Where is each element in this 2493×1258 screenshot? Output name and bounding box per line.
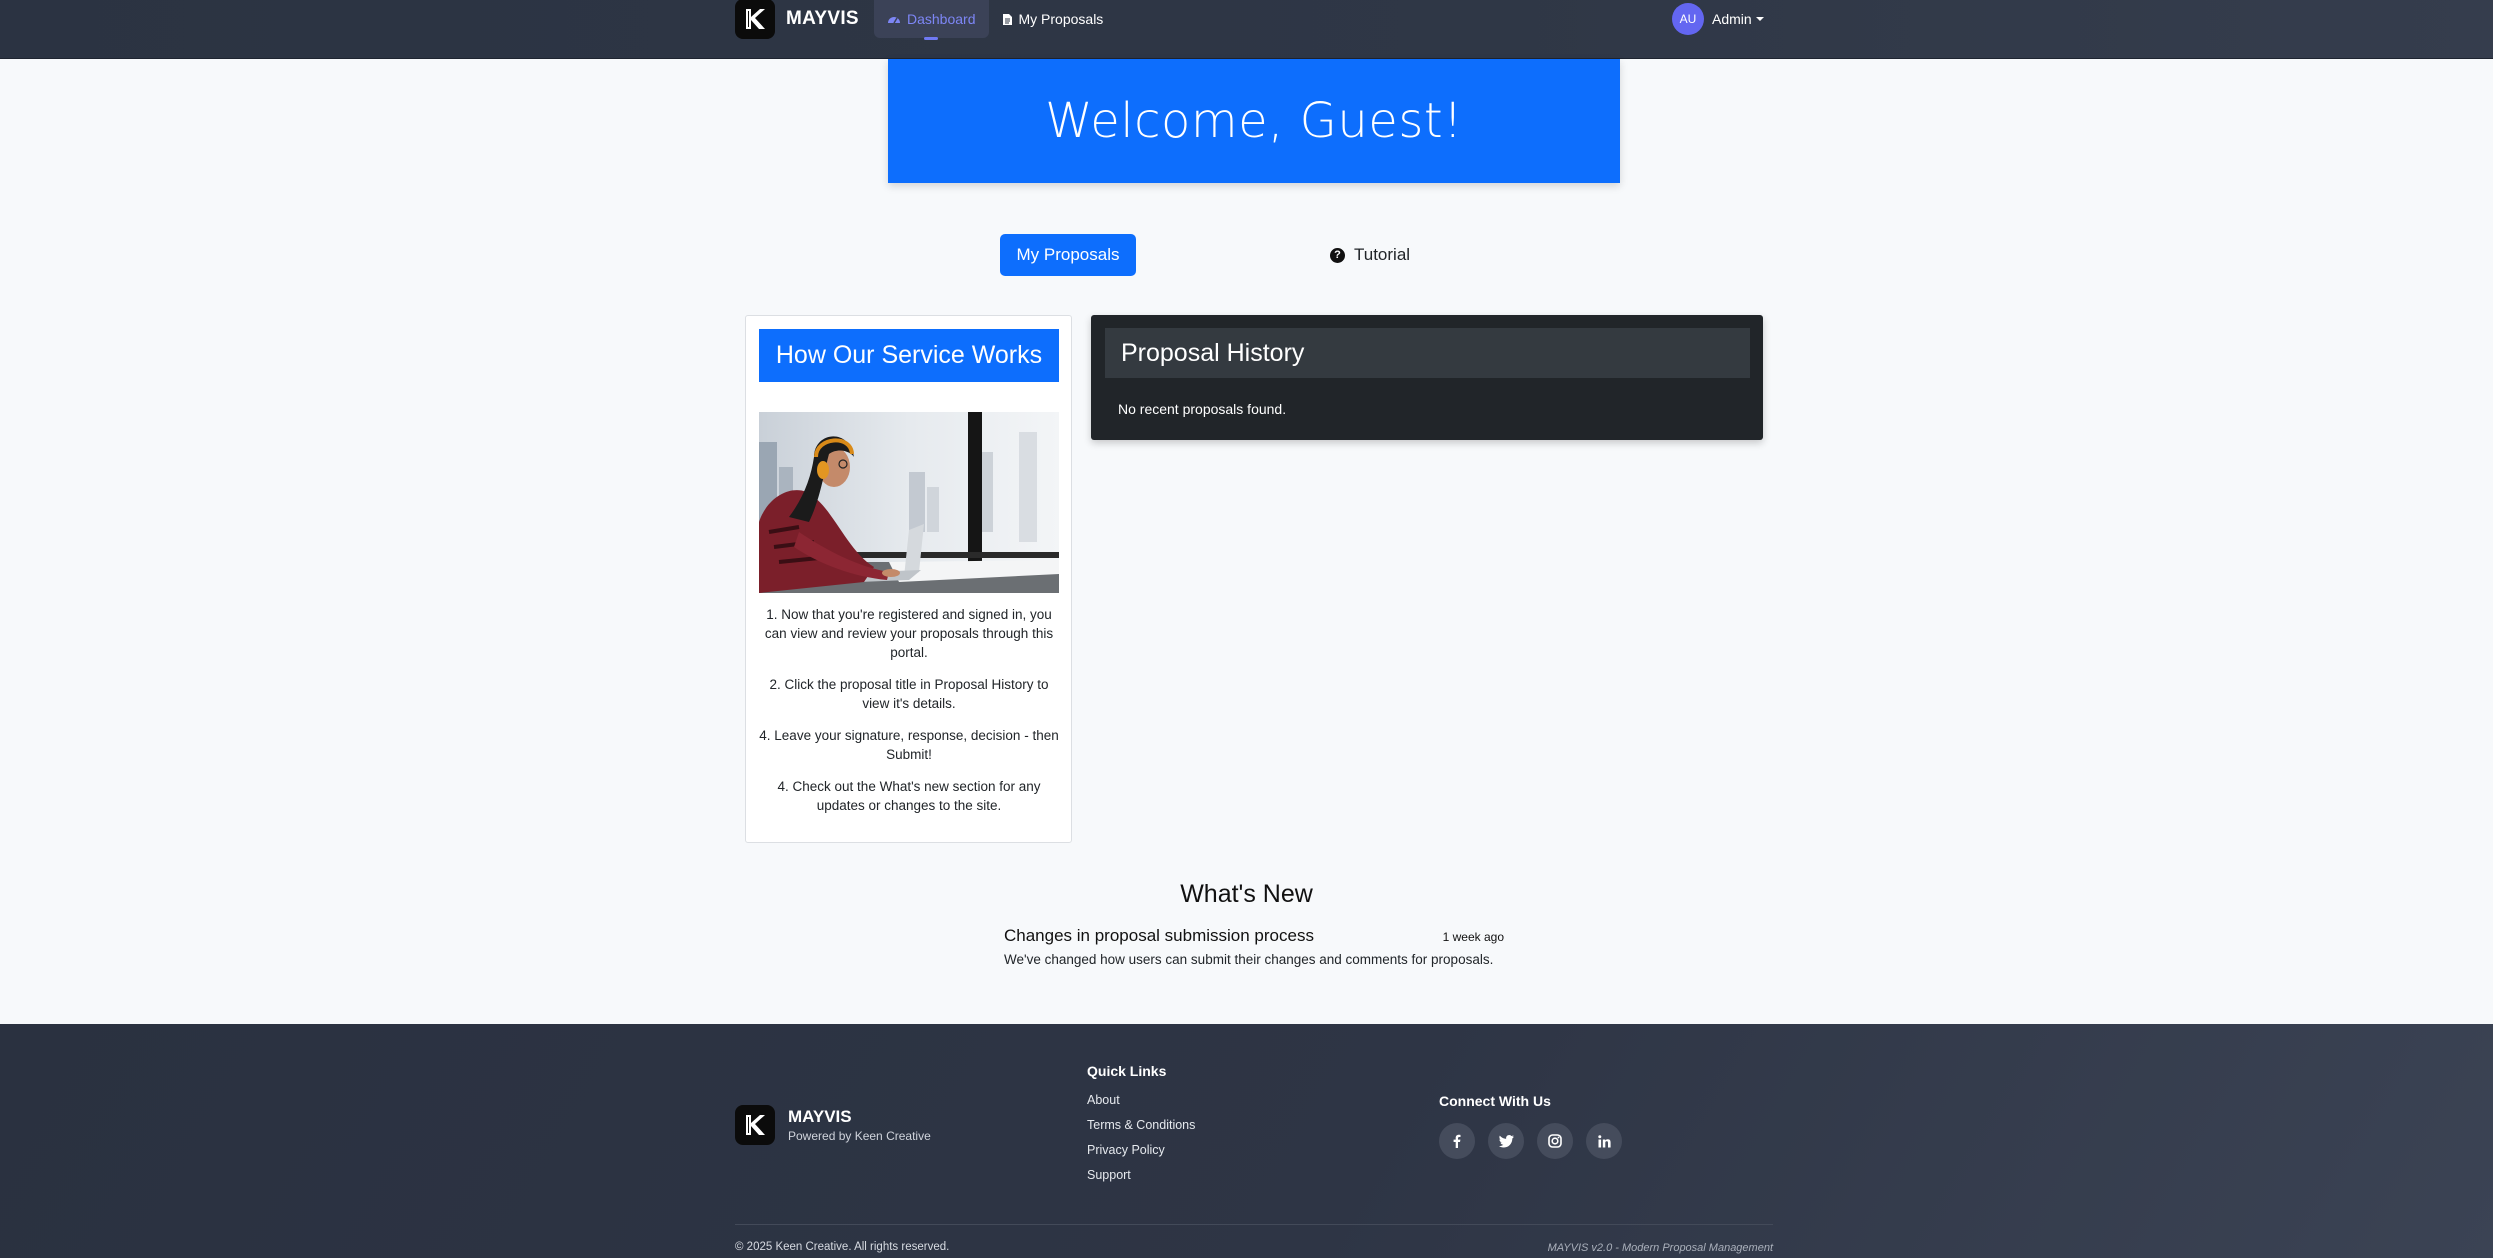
document-icon bbox=[1002, 13, 1012, 25]
nav-my-proposals-link[interactable]: My Proposals bbox=[989, 0, 1117, 38]
news-item-body: We've changed how users can submit their… bbox=[1004, 952, 1494, 967]
question-circle-icon: ? bbox=[1330, 247, 1345, 263]
avatar: AU bbox=[1672, 3, 1704, 35]
service-step: 4. Leave your signature, response, decis… bbox=[759, 728, 1059, 762]
news-item: Changes in proposal submission process 1… bbox=[1004, 926, 1504, 967]
service-card-title: How Our Service Works bbox=[759, 329, 1059, 382]
mayvis-logo-icon bbox=[735, 1105, 775, 1145]
connect-title: Connect With Us bbox=[1439, 1093, 1551, 1109]
tutorial-button[interactable]: ? Tutorial bbox=[1330, 234, 1430, 276]
chevron-down-icon bbox=[1755, 17, 1764, 21]
service-card: How Our Service Works 1. Now that you're… bbox=[745, 315, 1072, 843]
social-links bbox=[1439, 1123, 1622, 1159]
my-proposals-button[interactable]: My Proposals bbox=[1000, 234, 1136, 276]
main-nav: Dashboard My Proposals bbox=[874, 0, 1117, 40]
instagram-icon[interactable] bbox=[1537, 1123, 1573, 1159]
footer-link-terms[interactable]: Terms & Conditions bbox=[1087, 1118, 1195, 1132]
nav-dashboard-link[interactable]: Dashboard bbox=[874, 0, 989, 40]
user-menu[interactable]: AU Admin bbox=[1672, 3, 1764, 35]
nav-dashboard-label: Dashboard bbox=[907, 11, 976, 27]
footer: MAYVIS Powered by Keen Creative Quick Li… bbox=[0, 1024, 2493, 1258]
nav-my-proposals-label: My Proposals bbox=[1018, 11, 1104, 27]
top-navbar: MAYVIS Dashboard My Proposals AU Admin bbox=[0, 0, 2493, 59]
linkedin-icon[interactable] bbox=[1586, 1123, 1622, 1159]
footer-link-privacy[interactable]: Privacy Policy bbox=[1087, 1143, 1195, 1157]
dashboard-icon bbox=[888, 17, 900, 24]
footer-divider bbox=[735, 1224, 1773, 1225]
footer-brand-name: MAYVIS bbox=[788, 1107, 852, 1126]
copyright: © 2025 Keen Creative. All rights reserve… bbox=[735, 1241, 950, 1253]
proposal-history-title: Proposal History bbox=[1105, 328, 1750, 378]
facebook-icon[interactable] bbox=[1439, 1123, 1475, 1159]
tutorial-label: Tutorial bbox=[1354, 245, 1411, 264]
quick-links: Quick Links About Terms & Conditions Pri… bbox=[1087, 1063, 1195, 1193]
brand-name: MAYVIS bbox=[786, 8, 859, 29]
footer-tagline: Powered by Keen Creative bbox=[788, 1129, 931, 1143]
proposal-history-card: Proposal History No recent proposals fou… bbox=[1091, 315, 1763, 440]
version-info: MAYVIS v2.0 - Modern Proposal Management bbox=[1547, 1242, 1773, 1254]
service-step: 4. Check out the What's new section for … bbox=[777, 779, 1041, 813]
service-step: 1. Now that you're registered and signed… bbox=[764, 607, 1054, 660]
connect-section: Connect With Us bbox=[1439, 1093, 1622, 1159]
news-item-title: Changes in proposal submission process bbox=[1004, 926, 1314, 945]
news-item-time: 1 week ago bbox=[1442, 930, 1504, 944]
footer-link-support[interactable]: Support bbox=[1087, 1168, 1195, 1182]
brand[interactable]: MAYVIS bbox=[735, 0, 859, 39]
footer-link-about[interactable]: About bbox=[1087, 1093, 1195, 1107]
quick-links-title: Quick Links bbox=[1087, 1063, 1167, 1079]
service-steps: 1. Now that you're registered and signed… bbox=[759, 605, 1059, 828]
footer-brand: MAYVIS Powered by Keen Creative bbox=[735, 1105, 931, 1145]
welcome-banner: Welcome, Guest! bbox=[888, 59, 1620, 183]
proposal-history-empty-message: No recent proposals found. bbox=[1118, 401, 1287, 417]
mayvis-logo-icon bbox=[735, 0, 775, 39]
woman-with-laptop-image bbox=[759, 412, 1059, 593]
whats-new-title: What's New bbox=[1180, 880, 1313, 908]
user-name: Admin bbox=[1712, 11, 1752, 27]
twitter-icon[interactable] bbox=[1488, 1123, 1524, 1159]
service-step: 2. Click the proposal title in Proposal … bbox=[769, 677, 1049, 711]
